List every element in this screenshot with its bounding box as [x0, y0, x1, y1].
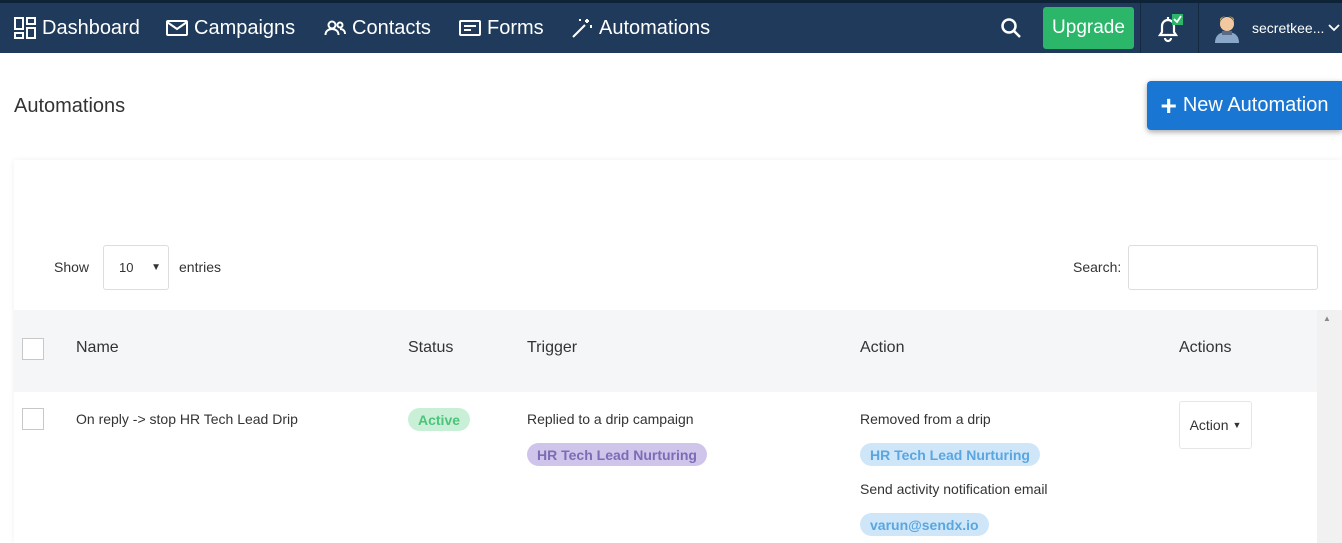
entries-select[interactable]: 10 ▼ — [103, 245, 169, 290]
header-name[interactable]: Name — [76, 339, 119, 357]
nav-automations[interactable]: Automations — [571, 3, 710, 53]
action-text-1: Removed from a drip — [860, 411, 991, 427]
table-header — [14, 310, 1317, 392]
row-action-label: Action — [1189, 417, 1229, 433]
caret-down-icon: ▼ — [151, 262, 161, 273]
nav-campaigns-label: Campaigns — [194, 16, 296, 39]
envelope-icon — [166, 20, 188, 36]
action-badge-1: HR Tech Lead Nurturing — [860, 443, 1040, 466]
entries-value: 10 — [119, 260, 134, 275]
caret-down-icon: ▼ — [1232, 420, 1242, 430]
new-automation-label: New Automation — [1182, 94, 1329, 116]
search-label: Search: — [1073, 259, 1122, 275]
top-navbar: Dashboard Campaigns Contacts Forms Autom… — [0, 0, 1342, 53]
nav-contacts[interactable]: Contacts — [324, 3, 431, 53]
header-action[interactable]: Action — [860, 339, 904, 357]
user-menu[interactable]: secretkee... — [1212, 9, 1341, 47]
trigger-text: Replied to a drip campaign — [527, 411, 694, 427]
upgrade-button[interactable]: Upgrade — [1043, 7, 1134, 49]
status-badge: Active — [408, 408, 471, 431]
user-name: secretkee... — [1252, 20, 1325, 36]
row-checkbox[interactable] — [22, 408, 44, 430]
nav-automations-label: Automations — [599, 16, 711, 39]
form-icon — [459, 20, 481, 36]
select-all-checkbox[interactable] — [22, 338, 44, 360]
nav-divider — [1140, 3, 1141, 53]
nav-contacts-label: Contacts — [352, 16, 431, 39]
people-icon — [324, 20, 346, 36]
nav-dashboard-label: Dashboard — [42, 16, 140, 39]
scroll-up-arrow-icon[interactable]: ▲ — [1323, 314, 1331, 323]
page-title: Automations — [14, 95, 126, 117]
nav-forms-label: Forms — [487, 16, 544, 39]
nav-divider — [1198, 3, 1199, 53]
nav-forms[interactable]: Forms — [459, 3, 544, 53]
header-trigger[interactable]: Trigger — [527, 339, 577, 357]
action-text-2: Send activity notification email — [860, 481, 1048, 497]
show-label: Show — [54, 259, 90, 275]
bell-icon[interactable] — [1153, 12, 1185, 44]
scrollbar[interactable] — [1317, 310, 1342, 543]
entries-label: entries — [179, 259, 222, 275]
search-icon[interactable] — [1000, 17, 1022, 39]
row-name[interactable]: On reply -> stop HR Tech Lead Drip — [76, 411, 298, 427]
chevron-down-icon — [1328, 24, 1341, 32]
action-badge-2: varun@sendx.io — [860, 513, 989, 536]
nav-campaigns[interactable]: Campaigns — [166, 3, 295, 53]
search-input[interactable] — [1128, 245, 1318, 290]
row-action-button[interactable]: Action ▼ — [1179, 401, 1252, 449]
nav-dashboard[interactable]: Dashboard — [14, 3, 140, 53]
trigger-badge: HR Tech Lead Nurturing — [527, 443, 707, 466]
dashboard-icon — [14, 17, 36, 39]
magic-wand-icon — [572, 19, 592, 38]
new-automation-button[interactable]: + New Automation — [1147, 81, 1342, 130]
plus-icon: + — [1160, 89, 1177, 121]
header-status[interactable]: Status — [408, 339, 453, 357]
header-actions: Actions — [1179, 339, 1232, 356]
avatar — [1215, 16, 1239, 43]
